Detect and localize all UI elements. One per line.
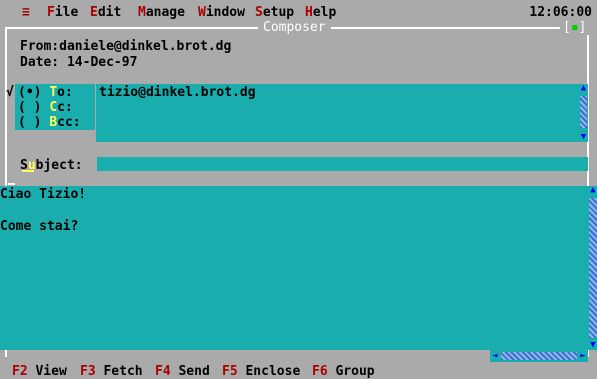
menu-bar: ≡ File Edit Manage Window Setup Help 12:… — [0, 0, 597, 22]
close-button[interactable]: [▪] — [560, 20, 590, 35]
menu-manage-label: anage — [145, 5, 185, 20]
subject-hotkey-underline — [22, 170, 34, 172]
menu-edit[interactable]: Edit — [90, 5, 121, 20]
fkey-label: Enclose — [245, 364, 301, 379]
fkey-label: View — [35, 364, 67, 379]
menu-setup-label: etup — [262, 5, 295, 20]
fkey-view[interactable]: F2 View — [12, 364, 67, 379]
fkey-code: F5 — [222, 364, 238, 379]
radio-cc[interactable]: ( ) Cc: — [18, 100, 73, 115]
close-bracket-right: ] — [578, 20, 587, 35]
radio-cc-hotkey: C — [49, 100, 58, 115]
fkey-group[interactable]: F6 Group — [312, 364, 375, 379]
fkey-code: F2 — [12, 364, 28, 379]
subject-label-post: bject: — [35, 158, 83, 173]
check-mark-icon: √ — [6, 85, 14, 100]
scroll-up-icon[interactable]: ▲ — [579, 84, 588, 93]
radio-to-mark: (•) — [18, 85, 42, 100]
menu-edit-hotkey: E — [90, 5, 98, 20]
text-cursor — [8, 183, 15, 185]
fkey-code: F6 — [312, 364, 328, 379]
scroll-up-icon[interactable]: ▲ — [589, 186, 597, 195]
recipient-list[interactable]: tizio@dinkel.brot.dg — [96, 84, 579, 142]
date-line: Date: 14-Dec-97 — [20, 55, 138, 70]
menu-help-label: elp — [312, 5, 337, 20]
radio-bcc-label: cc: — [57, 115, 81, 130]
radio-to-label: o: — [57, 85, 73, 100]
menu-file[interactable]: File — [47, 5, 78, 20]
menu-manage-hotkey: M — [138, 5, 146, 20]
radio-cc-mark: ( ) — [18, 100, 42, 115]
scroll-left-icon[interactable]: ◄ — [490, 350, 500, 362]
menu-help[interactable]: Help — [305, 5, 336, 20]
close-icon: ▪ — [570, 20, 579, 35]
fkey-enclose[interactable]: F5 Enclose — [222, 364, 300, 379]
menu-window-label: indow — [205, 5, 245, 20]
menu-setup-hotkey: S — [255, 5, 263, 20]
radio-to[interactable]: (•) To: — [18, 85, 73, 100]
system-menu[interactable]: ≡ — [22, 5, 30, 20]
body-vertical-scrollbar[interactable]: ▲ ▼ — [589, 186, 597, 350]
menu-edit-label: dit — [97, 5, 122, 20]
subject-input[interactable] — [97, 157, 588, 171]
radio-cc-label: c: — [57, 100, 73, 115]
recipient-address[interactable]: tizio@dinkel.brot.dg — [99, 85, 256, 100]
scroll-track[interactable] — [580, 96, 587, 128]
body-line: Come stai? — [0, 219, 79, 234]
menu-window[interactable]: Window — [198, 5, 245, 20]
message-body-editor[interactable]: Ciao Tizio! Come stai? — [0, 186, 589, 350]
menu-window-hotkey: W — [198, 5, 206, 20]
fkey-code: F4 — [155, 364, 171, 379]
scroll-down-icon[interactable]: ▼ — [589, 341, 597, 350]
fkey-label: Group — [335, 364, 375, 379]
system-menu-icon: ≡ — [22, 5, 30, 20]
recipient-scrollbar[interactable]: ▲ ▼ — [579, 84, 588, 142]
fkey-fetch[interactable]: F3 Fetch — [80, 364, 143, 379]
fkey-code: F3 — [80, 364, 96, 379]
radio-bcc-mark: ( ) — [18, 115, 42, 130]
function-key-bar: F2 View F3 Fetch F4 Send F5 Enclose F6 G… — [0, 363, 597, 379]
close-bracket-left: [ — [563, 20, 571, 35]
from-line: From:daniele@dinkel.brot.dg — [20, 39, 232, 54]
menu-file-hotkey: F — [47, 5, 55, 20]
body-horizontal-scrollbar[interactable]: ◄ ► — [490, 350, 588, 362]
scroll-down-icon[interactable]: ▼ — [579, 133, 588, 142]
scroll-track[interactable] — [501, 352, 577, 360]
scroll-right-icon[interactable]: ► — [578, 350, 588, 362]
scroll-track[interactable] — [589, 198, 597, 338]
radio-bcc[interactable]: ( ) Bcc: — [18, 115, 81, 130]
menu-file-label: ile — [54, 5, 79, 20]
menu-manage[interactable]: Manage — [138, 5, 185, 20]
composer-screen: ≡ File Edit Manage Window Setup Help 12:… — [0, 0, 597, 379]
clock: 12:06:00 — [529, 5, 592, 20]
window-title: Composer — [258, 20, 331, 35]
radio-to-hotkey: T — [49, 85, 58, 100]
radio-bcc-hotkey: B — [49, 115, 58, 130]
fkey-send[interactable]: F4 Send — [155, 364, 210, 379]
menu-help-hotkey: H — [305, 5, 313, 20]
menu-setup[interactable]: Setup — [255, 5, 294, 20]
fkey-label: Fetch — [103, 364, 143, 379]
fkey-label: Send — [178, 364, 210, 379]
body-line: Ciao Tizio! — [0, 187, 87, 202]
